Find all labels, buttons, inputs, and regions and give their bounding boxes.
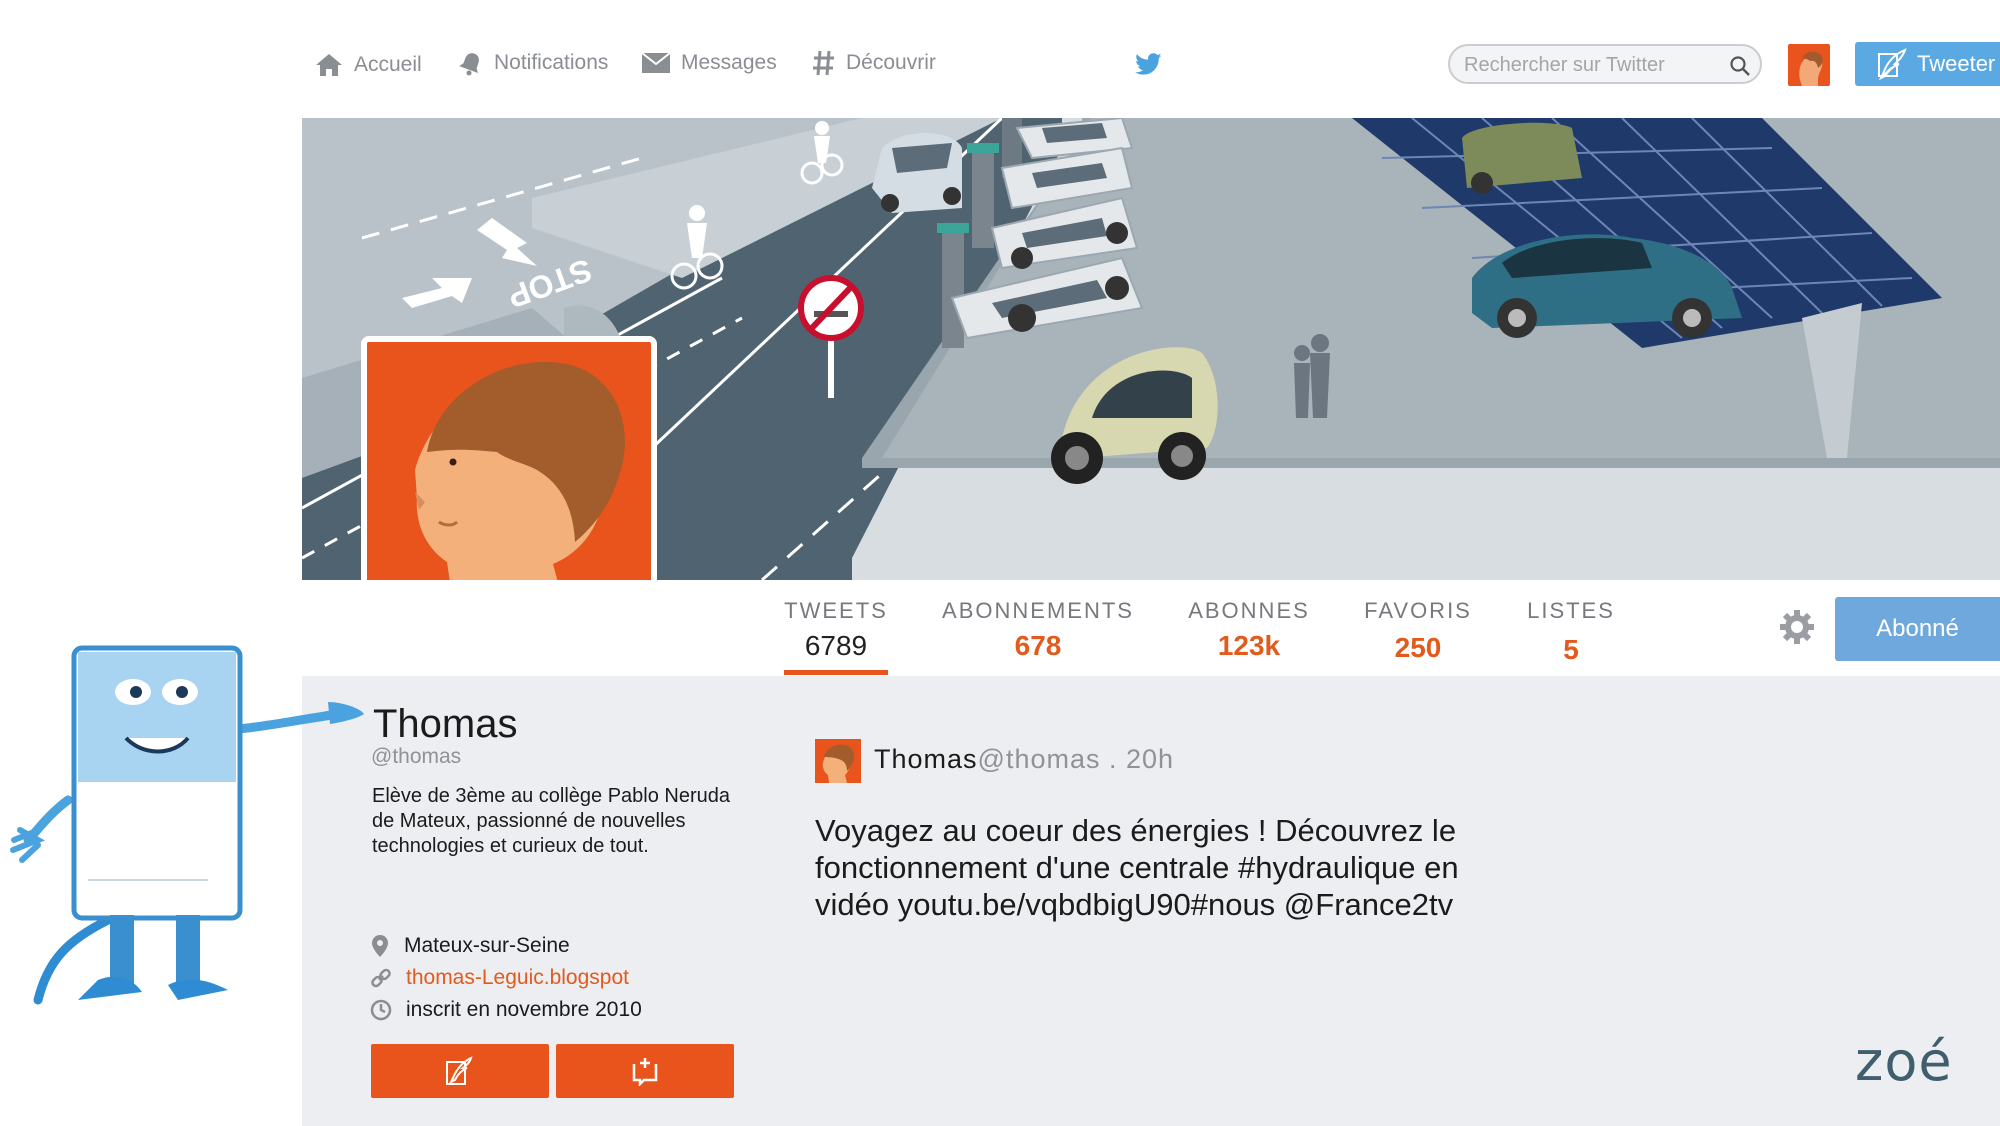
compose-tweet-button[interactable] — [371, 1044, 549, 1098]
stat-followers-label: ABONNES — [1188, 598, 1310, 623]
car-white-1 — [872, 133, 962, 213]
nav-notifications[interactable]: Notifications — [458, 48, 608, 78]
twitter-bird-icon[interactable] — [1135, 52, 1163, 76]
bell-icon — [459, 53, 479, 76]
profile-stats-bar — [302, 580, 2000, 676]
stat-lists-value: 5 — [1563, 634, 1579, 665]
quill-icon — [1878, 48, 1907, 80]
compose-icon — [446, 1056, 473, 1085]
gear-icon[interactable] — [1779, 609, 1815, 645]
search-box[interactable] — [1448, 44, 1762, 84]
tweet-text: Voyagez au coeur des énergies ! Découvre… — [815, 813, 1459, 922]
tweet-time: . 20h — [1100, 744, 1175, 774]
avatar-face-icon — [415, 361, 625, 616]
tweet-header: Thomas@thomas . 20h — [874, 744, 1174, 775]
stat-following-label: ABONNEMENTS — [942, 598, 1134, 623]
profile-location-text: Mateux-sur-Seine — [404, 934, 570, 957]
profile-joined: inscrit en novembre 2010 — [370, 998, 642, 1022]
tweet-button-label: Tweeter — [1917, 51, 1996, 76]
active-tab-indicator — [784, 670, 888, 675]
tweet-avatar[interactable] — [815, 739, 861, 783]
nav-messages-label: Messages — [681, 51, 777, 74]
profile-website-link[interactable]: thomas-Leguic.blogspot — [406, 966, 629, 990]
nav-avatar[interactable] — [1788, 44, 1830, 86]
stat-followers-value: 123k — [1217, 630, 1281, 661]
nav-discover-label: Découvrir — [846, 51, 936, 74]
stat-tweets-label: TWEETS — [784, 598, 888, 623]
follow-button-label: Abonné — [1876, 615, 1959, 642]
stat-favorites[interactable]: FAVORIS 250 — [1362, 598, 1474, 664]
avatar-face-icon — [822, 744, 855, 783]
nav-discover[interactable]: Découvrir — [812, 48, 936, 78]
profile-joined-text: inscrit en novembre 2010 — [406, 998, 642, 1021]
envelope-icon — [641, 52, 671, 73]
stat-followers[interactable]: ABONNES 123k — [1186, 598, 1312, 662]
tweet-author-name[interactable]: Thomas — [874, 744, 978, 774]
tweet-button[interactable]: Tweeter — [1855, 42, 2000, 86]
nav-home-label: Accueil — [354, 53, 422, 76]
profile-location: Mateux-sur-Seine — [370, 934, 570, 958]
nav-home[interactable]: Accueil — [314, 50, 422, 80]
stat-favorites-label: FAVORIS — [1364, 598, 1472, 623]
send-message-button[interactable] — [556, 1044, 734, 1098]
signature: zoé — [1855, 1030, 1953, 1093]
profile-website[interactable]: thomas-Leguic.blogspot — [370, 966, 629, 990]
stat-tweets-value: 6789 — [804, 630, 868, 661]
nav-notifications-label: Notifications — [494, 51, 609, 74]
stat-lists[interactable]: LISTES 5 — [1524, 598, 1618, 666]
phone-mascot — [10, 645, 364, 1005]
profile-handle[interactable]: @thomas — [371, 745, 461, 769]
stat-following-value: 678 — [1014, 630, 1062, 661]
search-icon[interactable] — [1729, 55, 1751, 77]
follow-button[interactable]: Abonné — [1835, 597, 2000, 661]
stat-lists-label: LISTES — [1527, 598, 1615, 623]
stat-following[interactable]: ABONNEMENTS 678 — [940, 598, 1136, 662]
nav-messages[interactable]: Messages — [641, 48, 777, 78]
avatar-face-icon — [1799, 51, 1823, 86]
profile-name: Thomas — [373, 702, 518, 746]
stat-favorites-value: 250 — [1394, 632, 1442, 663]
hash-icon — [813, 50, 834, 76]
profile-bio: Elève de 3ème au collège Pablo Neruda de… — [372, 785, 731, 857]
search-input[interactable] — [1462, 52, 1726, 78]
stat-tweets[interactable]: TWEETS 6789 — [782, 598, 890, 662]
home-icon — [316, 54, 342, 76]
tweet-author-handle[interactable]: @thomas — [978, 744, 1101, 774]
message-icon — [632, 1058, 658, 1086]
